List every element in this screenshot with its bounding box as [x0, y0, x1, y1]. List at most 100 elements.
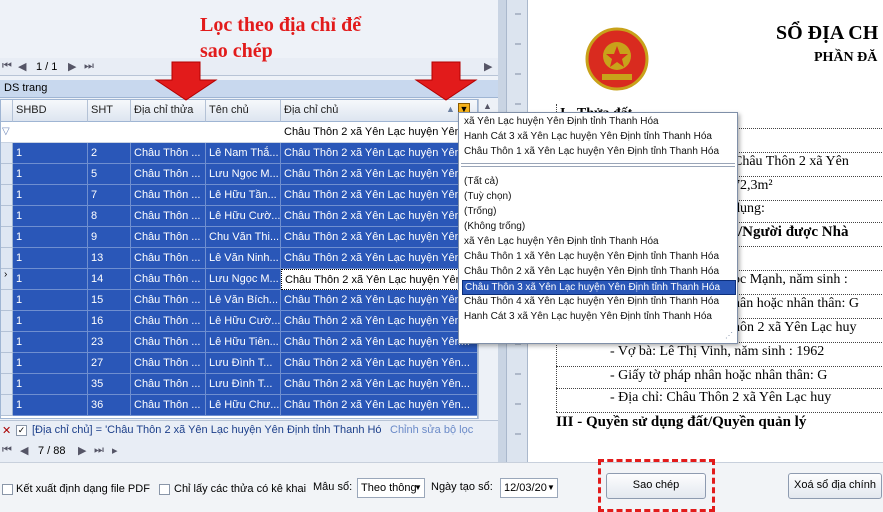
cell-dia-chi-chu[interactable]: Châu Thôn 2 xã Yên Lạc huyện Yên... — [281, 332, 477, 353]
cell-ten-chu[interactable]: Lưu Đình T... — [206, 374, 281, 395]
cell-shbd[interactable]: 1 — [13, 311, 88, 332]
dropdown-item[interactable]: (Tất cả) — [462, 175, 736, 190]
filter-row-value[interactable]: Châu Thôn 2 xã Yên Lạc huyện Yên... — [284, 126, 476, 138]
calendar-dropdown-icon[interactable]: ▼ — [547, 483, 555, 492]
cell-shbd[interactable]: 1 — [13, 143, 88, 164]
first-page-icon[interactable]: ⏮ — [2, 60, 12, 73]
cell-dia-chi-chu[interactable]: Châu Thôn 2 xã Yên Lạc huyện Yên... — [281, 206, 477, 227]
row-header[interactable] — [1, 185, 13, 206]
cell-shbd[interactable]: 1 — [13, 164, 88, 185]
cell-ten-chu[interactable]: Lưu Ngọc M... — [206, 164, 281, 185]
cell-dia-chi-chu[interactable]: Châu Thôn 2 xã Yên Lạc huyện Yên... — [281, 164, 477, 185]
col-header-dia-chi-thua[interactable]: Địa chỉ thửa — [131, 100, 206, 122]
cell-shbd[interactable]: 1 — [13, 290, 88, 311]
row-header[interactable] — [1, 206, 13, 227]
dropdown-item[interactable]: (Tuỳ chọn) — [462, 190, 736, 205]
cell-dia-chi-thua[interactable]: Châu Thôn ... — [131, 227, 206, 248]
cell-sht[interactable]: 8 — [88, 206, 131, 227]
dropdown-item[interactable]: Châu Thôn 4 xã Yên Lạc huyện Yên Định tỉ… — [462, 295, 736, 310]
cell-ten-chu[interactable]: Lê Hữu Tần... — [206, 185, 281, 206]
row-header[interactable] — [1, 395, 13, 416]
delete-book-button[interactable]: Xoá sổ địa chính — [788, 473, 882, 499]
cell-dia-chi-chu[interactable]: Châu Thôn 2 xã Yên Lạc huyện Yên... — [281, 227, 477, 248]
bottom-first-page-icon[interactable]: ⏮ — [2, 444, 12, 457]
cell-shbd[interactable]: 1 — [13, 227, 88, 248]
cell-dia-chi-chu[interactable]: Châu Thôn 2 xã Yên Lạc huyện Yên... — [281, 290, 477, 311]
cell-shbd[interactable]: 1 — [13, 395, 88, 416]
dropdown-recent-item[interactable]: Châu Thôn 1 xã Yên Lạc huyện Yên Định tỉ… — [462, 145, 736, 160]
cell-sht[interactable]: 7 — [88, 185, 131, 206]
cell-ten-chu[interactable]: Lê Văn Ninh... — [206, 248, 281, 269]
cell-dia-chi-thua[interactable]: Châu Thôn ... — [131, 164, 206, 185]
bottom-last-page-icon[interactable]: ⏭ — [94, 444, 104, 457]
cell-sht[interactable]: 2 — [88, 143, 131, 164]
cell-ten-chu[interactable]: Lê Hữu Tiên... — [206, 332, 281, 353]
cell-sht[interactable]: 9 — [88, 227, 131, 248]
cell-shbd[interactable]: 1 — [13, 353, 88, 374]
cell-ten-chu[interactable]: Lê Hữu Cườ... — [206, 206, 281, 227]
dropdown-item[interactable]: Châu Thôn 1 xã Yên Lạc huyện Yên Định tỉ… — [462, 250, 736, 265]
col-header-ten-chu[interactable]: Tên chủ — [206, 100, 281, 122]
cell-shbd[interactable]: 1 — [13, 332, 88, 353]
cell-shbd[interactable]: 1 — [13, 206, 88, 227]
dropdown-recent-item[interactable]: xã Yên Lạc huyện Yên Định tỉnh Thanh Hóa — [462, 115, 736, 130]
edit-filter-link[interactable]: Chỉnh sửa bộ lọc — [390, 424, 473, 436]
bottom-more-icon[interactable]: ▸ — [112, 444, 118, 457]
cell-dia-chi-thua[interactable]: Châu Thôn ... — [131, 206, 206, 227]
dropdown-item[interactable]: Châu Thôn 2 xã Yên Lạc huyện Yên Định tỉ… — [462, 265, 736, 280]
bottom-prev-page-icon[interactable]: ◀ — [20, 444, 28, 457]
cell-sht[interactable]: 27 — [88, 353, 131, 374]
cell-sht[interactable]: 15 — [88, 290, 131, 311]
filter-row[interactable]: ▽ Châu Thôn 2 xã Yên Lạc huyện Yên... — [1, 122, 477, 143]
cell-shbd[interactable]: 1 — [13, 248, 88, 269]
cell-dia-chi-thua[interactable]: Châu Thôn ... — [131, 290, 206, 311]
row-header[interactable] — [1, 164, 13, 185]
cell-dia-chi-chu[interactable]: Châu Thôn 2 xã Yên Lạc huyện Yên... — [281, 248, 477, 269]
cell-ten-chu[interactable]: Lê Hữu Chư... — [206, 395, 281, 416]
cell-ten-chu[interactable]: Chu Văn Thi... — [206, 227, 281, 248]
cell-ten-chu[interactable]: Lưu Ngọc M... — [206, 269, 281, 290]
dropdown-item[interactable]: (Trống) — [462, 205, 736, 220]
filter-enabled-checkbox[interactable]: ✓ — [16, 425, 27, 436]
cell-ten-chu[interactable]: Lê Văn Bích... — [206, 290, 281, 311]
dropdown-item[interactable]: Châu Thôn 3 xã Yên Lạc huyện Yên Định tỉ… — [462, 280, 736, 295]
cell-dia-chi-thua[interactable]: Châu Thôn ... — [131, 374, 206, 395]
dropdown-item[interactable]: xã Yên Lạc huyện Yên Định tỉnh Thanh Hóa — [462, 235, 736, 250]
cell-dia-chi-thua[interactable]: Châu Thôn ... — [131, 353, 206, 374]
cell-dia-chi-chu[interactable]: Châu Thôn 2 xã Yên Lạc huyện Yên... — [281, 269, 477, 290]
row-header[interactable] — [1, 332, 13, 353]
copy-button[interactable]: Sao chép — [606, 473, 706, 499]
cell-dia-chi-chu[interactable]: Châu Thôn 2 xã Yên Lạc huyện Yên... — [281, 353, 477, 374]
row-header[interactable] — [1, 290, 13, 311]
bottom-next-page-icon[interactable]: ▶ — [78, 444, 86, 457]
cell-ten-chu[interactable]: Lưu Đình T... — [206, 353, 281, 374]
chevron-down-icon[interactable]: ▼ — [414, 483, 422, 492]
row-header[interactable]: › — [1, 269, 13, 290]
filter-dropdown[interactable]: xã Yên Lạc huyện Yên Định tỉnh Thanh Hóa… — [458, 112, 738, 344]
cell-ten-chu[interactable]: Lê Hữu Cườ... — [206, 311, 281, 332]
cell-sht[interactable]: 36 — [88, 395, 131, 416]
cell-dia-chi-thua[interactable]: Châu Thôn ... — [131, 143, 206, 164]
col-header-sht[interactable]: SHT — [88, 100, 131, 122]
cell-ten-chu[interactable]: Lê Nam Thắ... — [206, 143, 281, 164]
cell-shbd[interactable]: 1 — [13, 269, 88, 290]
cell-shbd[interactable]: 1 — [13, 185, 88, 206]
cell-sht[interactable]: 5 — [88, 164, 131, 185]
export-pdf-checkbox[interactable] — [2, 484, 13, 495]
row-header[interactable] — [1, 353, 13, 374]
prev-page-icon[interactable]: ◀ — [18, 60, 26, 73]
dropdown-recent-item[interactable]: Hanh Cát 3 xã Yên Lạc huyện Yên Định tỉn… — [462, 130, 736, 145]
cell-dia-chi-chu[interactable]: Châu Thôn 2 xã Yên Lạc huyện Yên... — [281, 374, 477, 395]
cell-sht[interactable]: 16 — [88, 311, 131, 332]
last-page-icon[interactable]: ⏭ — [84, 60, 94, 73]
cell-dia-chi-thua[interactable]: Châu Thôn ... — [131, 311, 206, 332]
cell-dia-chi-thua[interactable]: Châu Thôn ... — [131, 332, 206, 353]
cell-sht[interactable]: 35 — [88, 374, 131, 395]
only-declared-checkbox[interactable] — [159, 484, 170, 495]
cell-dia-chi-thua[interactable]: Châu Thôn ... — [131, 269, 206, 290]
cell-dia-chi-thua[interactable]: Châu Thôn ... — [131, 248, 206, 269]
resize-grip-icon[interactable]: ⋰ — [725, 331, 733, 340]
row-header[interactable] — [1, 143, 13, 164]
row-header[interactable] — [1, 374, 13, 395]
row-header[interactable] — [1, 227, 13, 248]
